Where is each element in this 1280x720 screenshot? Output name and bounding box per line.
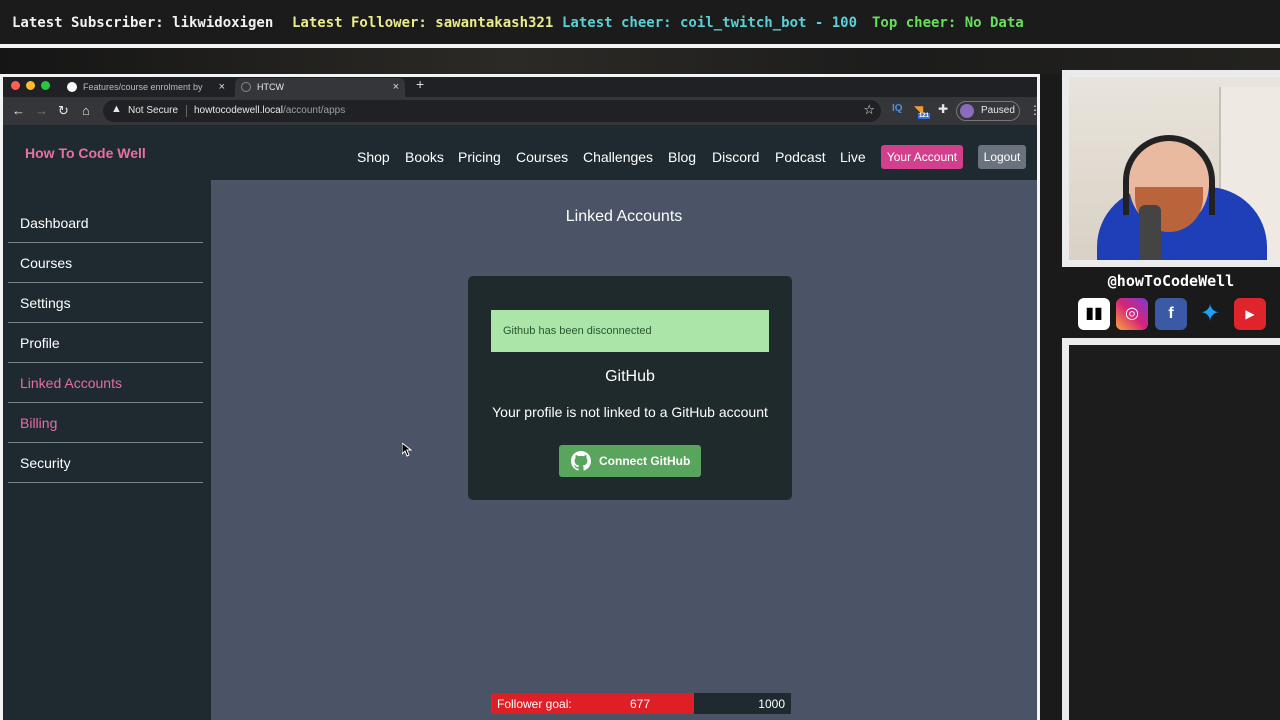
url-path: /account/apps bbox=[282, 105, 346, 116]
profile-button[interactable]: Paused bbox=[956, 101, 1020, 121]
minimize-window-icon[interactable] bbox=[26, 81, 35, 90]
webcam-video bbox=[1069, 77, 1280, 260]
sidebar-item-dashboard[interactable]: Dashboard bbox=[8, 203, 203, 243]
connect-github-label: Connect GitHub bbox=[599, 454, 691, 468]
link-status-text: Your profile is not linked to a GitHub a… bbox=[492, 404, 768, 420]
facebook-icon: f bbox=[1155, 298, 1187, 330]
url-text[interactable]: howtocodewell.local/account/apps bbox=[194, 105, 345, 116]
headset bbox=[1123, 135, 1215, 215]
webcam-frame bbox=[1062, 70, 1280, 267]
microphone bbox=[1139, 205, 1161, 260]
latest-subscriber: Latest Subscriber: likwidoxigen bbox=[12, 15, 274, 31]
top-cheer: Top cheer: No Data bbox=[872, 15, 1024, 31]
reload-icon[interactable]: ↻ bbox=[58, 103, 69, 119]
iq-extension-icon[interactable]: IQ bbox=[892, 103, 903, 114]
youtube-icon: ▶ bbox=[1234, 298, 1266, 330]
profile-status: Paused bbox=[981, 105, 1015, 116]
browser-tab-github[interactable]: Features/course enrolment by × bbox=[61, 78, 231, 97]
nav-shop[interactable]: Shop bbox=[357, 149, 390, 165]
account-sidebar: Dashboard Courses Settings Profile Linke… bbox=[3, 180, 211, 720]
github-card: Github has been disconnected GitHub Your… bbox=[468, 276, 792, 500]
follower-goal-label: Follower goal: bbox=[497, 697, 572, 711]
sidebar-item-linked-accounts[interactable]: Linked Accounts bbox=[8, 363, 203, 403]
home-icon[interactable]: ⌂ bbox=[82, 103, 90, 119]
twitch-icon: ▮▮ bbox=[1078, 298, 1110, 330]
url-divider bbox=[186, 105, 187, 117]
browser-tab-htcw[interactable]: HTCW × bbox=[235, 78, 405, 97]
security-label[interactable]: Not Secure bbox=[128, 105, 178, 116]
browser-menu-icon[interactable]: ⋮ bbox=[1029, 103, 1037, 117]
bookmark-star-icon[interactable]: ☆ bbox=[863, 102, 875, 118]
nav-courses[interactable]: Courses bbox=[516, 149, 568, 165]
site-logo[interactable]: How To Code Well bbox=[25, 145, 146, 161]
address-bar: ← → ↻ ⌂ ▲ Not Secure howtocodewell.local… bbox=[3, 97, 1037, 125]
your-account-button[interactable]: Your Account bbox=[881, 145, 963, 169]
extensions-puzzle-icon[interactable]: ✚ bbox=[938, 102, 948, 116]
follower-goal-bar: Follower goal: 677 1000 bbox=[491, 693, 791, 714]
rss-badge: 121 bbox=[918, 113, 931, 119]
sidebar-item-security[interactable]: Security bbox=[8, 443, 203, 483]
instagram-icon: ◎ bbox=[1116, 298, 1148, 330]
tab-bar: Features/course enrolment by × HTCW × + bbox=[3, 77, 1037, 97]
nav-live[interactable]: Live bbox=[840, 149, 866, 165]
sidebar-item-courses[interactable]: Courses bbox=[8, 243, 203, 283]
latest-follower: Latest Follower: sawantakash321 bbox=[292, 15, 554, 31]
back-icon[interactable]: ← bbox=[12, 103, 25, 119]
forward-icon[interactable]: → bbox=[35, 103, 48, 119]
warning-icon[interactable]: ▲ bbox=[111, 103, 122, 115]
nav-challenges[interactable]: Challenges bbox=[583, 149, 653, 165]
follower-goal-target: 1000 bbox=[758, 697, 785, 711]
web-page: How To Code Well Shop Books Pricing Cour… bbox=[3, 125, 1037, 720]
tab-title: Features/course enrolment by bbox=[83, 82, 203, 92]
url-host: howtocodewell.local bbox=[194, 105, 283, 116]
sidebar-item-settings[interactable]: Settings bbox=[8, 283, 203, 323]
nav-discord[interactable]: Discord bbox=[712, 149, 759, 165]
url-field[interactable]: ▲ Not Secure howtocodewell.local/account… bbox=[103, 100, 881, 122]
twitter-icon: ✦ bbox=[1199, 300, 1221, 327]
logout-button[interactable]: Logout bbox=[978, 145, 1026, 169]
new-tab-icon[interactable]: + bbox=[416, 77, 424, 92]
follower-goal-current: 677 bbox=[630, 697, 651, 711]
page-title: Linked Accounts bbox=[565, 208, 683, 225]
stream-ticker: Latest Subscriber: likwidoxigen Latest F… bbox=[0, 0, 1280, 44]
nav-pricing[interactable]: Pricing bbox=[458, 149, 501, 165]
streamer-handle: @howToCodeWell bbox=[1107, 272, 1235, 290]
close-tab-icon[interactable]: × bbox=[393, 78, 399, 96]
chat-panel bbox=[1069, 345, 1280, 720]
close-tab-icon[interactable]: × bbox=[219, 78, 225, 96]
close-window-icon[interactable] bbox=[11, 81, 20, 90]
avatar bbox=[960, 104, 974, 118]
main-content: Linked Accounts Github has been disconne… bbox=[211, 180, 1037, 720]
nav-blog[interactable]: Blog bbox=[668, 149, 696, 165]
social-icons: ▮▮ ◎ f ✦ ▶ bbox=[1078, 296, 1268, 332]
github-icon bbox=[571, 451, 591, 471]
nav-books[interactable]: Books bbox=[405, 149, 444, 165]
github-icon bbox=[67, 82, 77, 92]
maximize-window-icon[interactable] bbox=[41, 81, 50, 90]
latest-cheer: Latest cheer: coil_twitch_bot - 100 bbox=[562, 15, 858, 31]
success-alert: Github has been disconnected bbox=[491, 310, 769, 352]
chat-frame bbox=[1062, 338, 1280, 720]
connect-github-button[interactable]: Connect GitHub bbox=[559, 445, 701, 477]
globe-icon bbox=[241, 82, 251, 92]
sidebar-item-profile[interactable]: Profile bbox=[8, 323, 203, 363]
provider-title: GitHub bbox=[605, 368, 655, 385]
browser-window: Features/course enrolment by × HTCW × + … bbox=[0, 74, 1040, 720]
mouse-cursor-icon bbox=[402, 443, 412, 457]
tab-title: HTCW bbox=[257, 82, 284, 92]
nav-podcast[interactable]: Podcast bbox=[775, 149, 826, 165]
sidebar-item-billing[interactable]: Billing bbox=[8, 403, 203, 443]
